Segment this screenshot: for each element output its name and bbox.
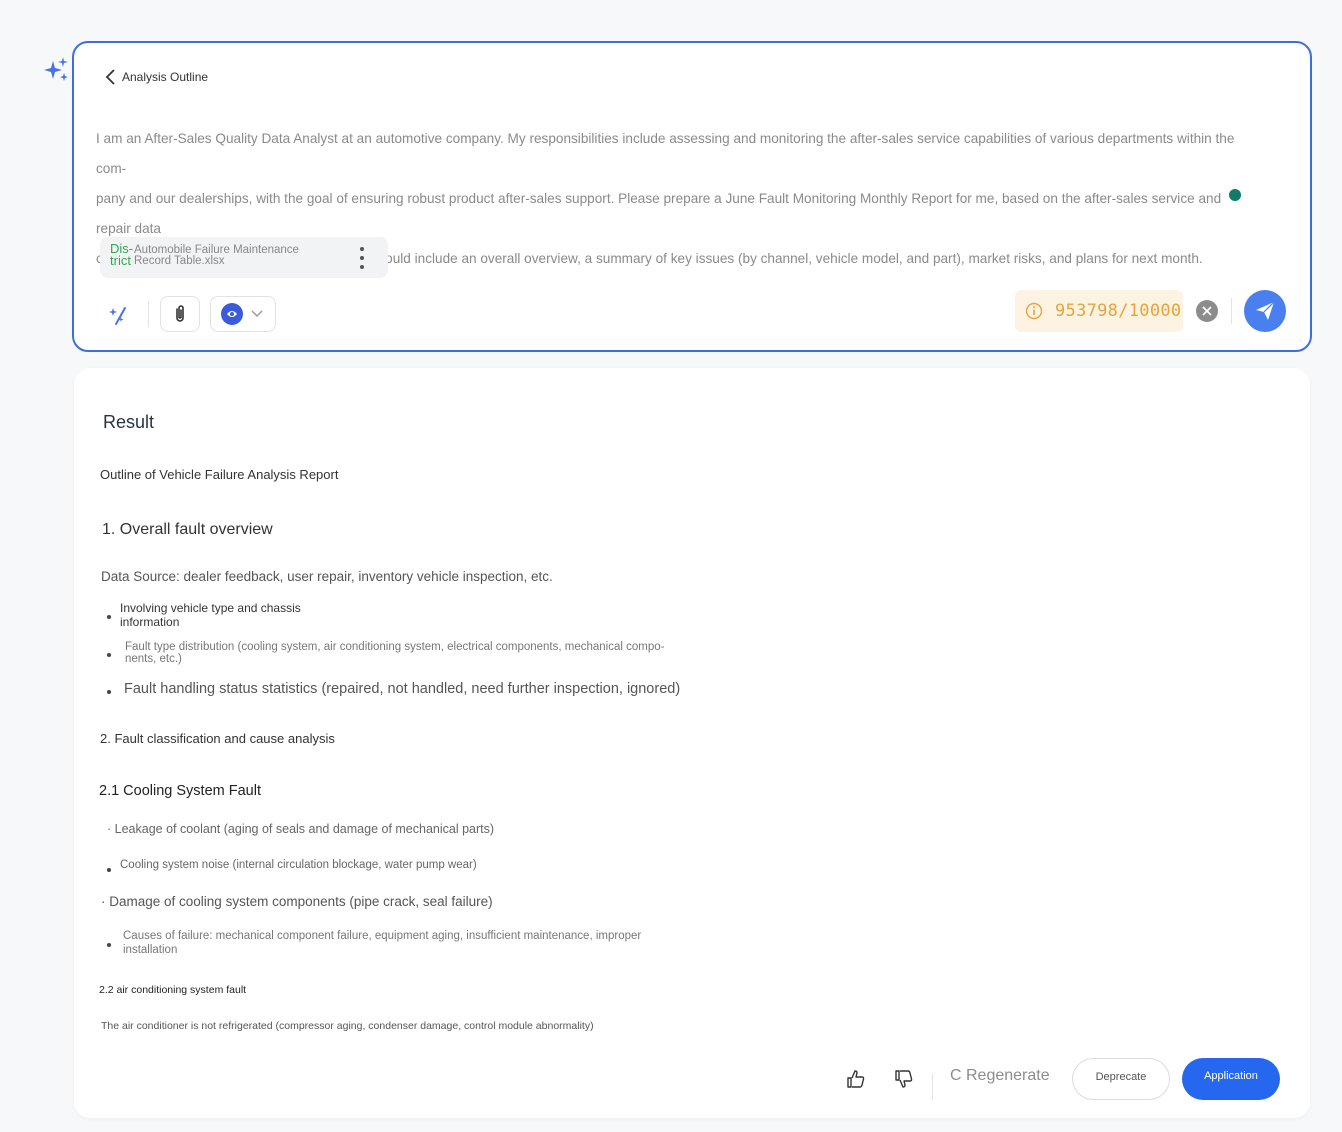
report-heading: Outline of Vehicle Failure Analysis Repo… (100, 467, 339, 482)
prompt-line: I am an After-Sales Quality Data Analyst… (96, 131, 1235, 176)
list-item: Fault type distribution (cooling system,… (125, 641, 665, 665)
chevron-down-icon (251, 310, 263, 317)
bullet-dot (107, 690, 111, 694)
section-title: 2. Fault classification and cause analys… (100, 731, 335, 746)
deprecate-button[interactable]: Deprecate (1072, 1058, 1170, 1100)
bullet-dot (107, 868, 111, 872)
attachment-chip[interactable]: Dis- trict Automobile Failure Maintenanc… (100, 237, 388, 278)
list-item: · Leakage of coolant (aging of seals and… (107, 822, 495, 836)
chevron-left-icon (105, 69, 115, 85)
subsection-title: 2.1 Cooling System Fault (99, 783, 261, 799)
list-item: The air conditioner is not refrigerated … (101, 1020, 594, 1032)
status-dot (1229, 189, 1241, 201)
thumbs-down-icon[interactable] (894, 1069, 914, 1089)
model-logo-icon (221, 303, 243, 325)
divider (148, 301, 149, 327)
prompt-line: pany and our dealerships, with the goal … (96, 191, 1222, 236)
model-selector[interactable] (210, 296, 276, 332)
close-icon (1202, 306, 1212, 316)
list-item: · Damage of cooling system components (p… (101, 894, 493, 909)
send-button[interactable] (1244, 290, 1286, 332)
regenerate-button[interactable]: C Regenerate (950, 1067, 1050, 1085)
more-options-icon[interactable] (360, 247, 364, 269)
paperclip-icon (176, 305, 184, 322)
divider (1231, 298, 1232, 324)
divider (932, 1074, 933, 1100)
result-footer: C Regenerate Deprecate Application (74, 1048, 1310, 1118)
section-title: 1. Overall fault overview (102, 521, 273, 538)
back-label: Analysis Outline (122, 70, 209, 84)
bullet-dot (107, 615, 111, 619)
application-button[interactable]: Application (1182, 1058, 1280, 1100)
magic-wand-icon[interactable] (108, 304, 130, 326)
bullet-dot (107, 943, 111, 947)
subsection-title: 2.2 air conditioning system fault (99, 984, 247, 996)
thumbs-up-icon[interactable] (846, 1069, 866, 1089)
back-button[interactable]: Analysis Outline (104, 69, 208, 85)
result-title: Result (103, 412, 155, 432)
prompt-input-card: Analysis Outline I am an After-Sales Qua… (72, 41, 1312, 352)
attach-button[interactable] (160, 296, 200, 332)
bullet-dot (107, 653, 111, 657)
result-panel: Result Outline of Vehicle Failure Analys… (74, 368, 1310, 1118)
send-icon (1256, 301, 1275, 320)
clear-button[interactable] (1196, 300, 1218, 322)
char-count: 953798/10000 (1055, 301, 1182, 321)
list-item: Cooling system noise (internal circulati… (120, 859, 477, 871)
info-icon (1025, 302, 1043, 320)
list-item: Involving vehicle type and chassis infor… (120, 601, 301, 629)
section-text: Data Source: dealer feedback, user repai… (101, 569, 553, 584)
sparkle-icon (44, 57, 68, 81)
list-item: Causes of failure: mechanical component … (123, 930, 642, 956)
list-item: Fault handling status statistics (repair… (124, 681, 681, 697)
file-type-tag: Dis- trict (110, 241, 134, 268)
file-name: Automobile Failure Maintenance Record Ta… (134, 244, 299, 267)
char-count-badge: 953798/10000 (1015, 290, 1183, 332)
